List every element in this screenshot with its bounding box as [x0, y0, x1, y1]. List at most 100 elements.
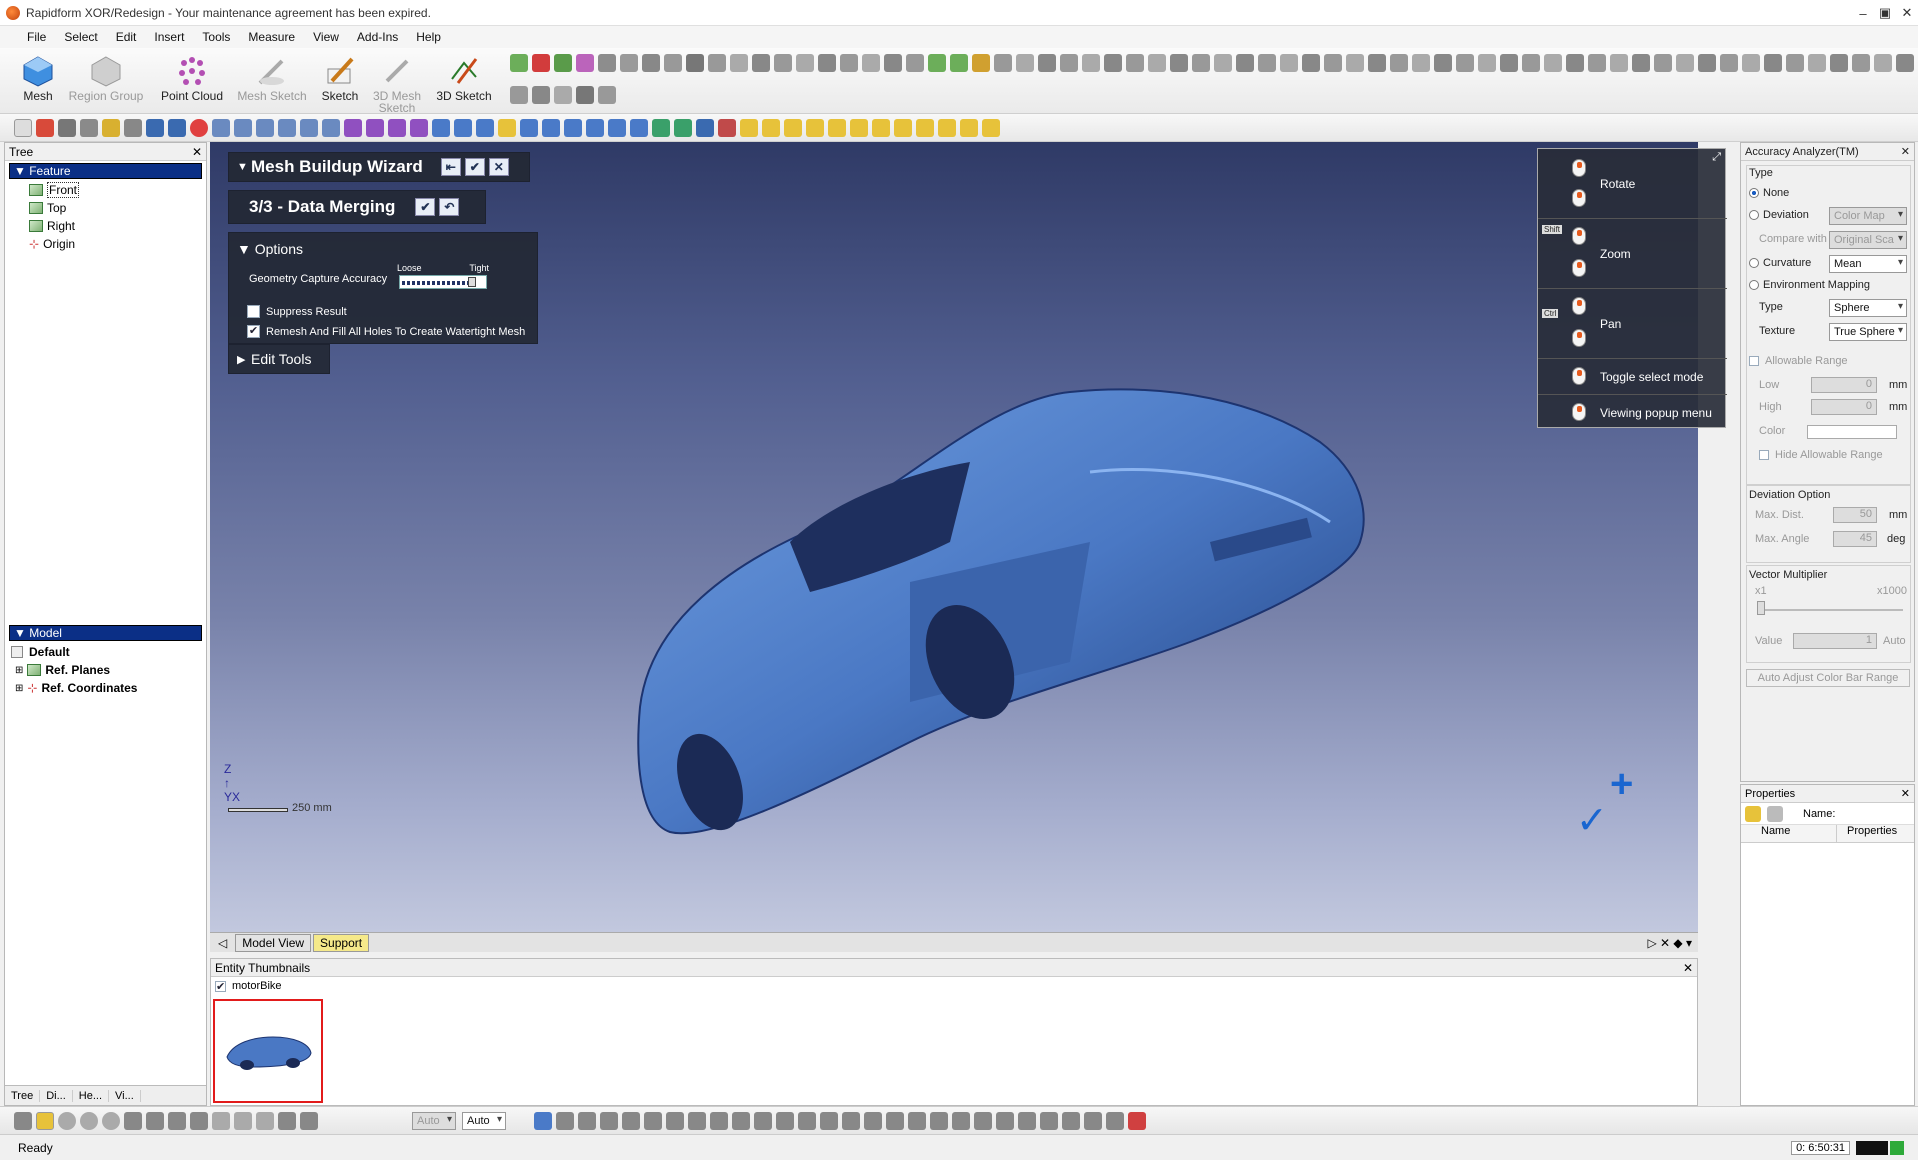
tool-icon[interactable]: [234, 119, 252, 137]
axis-icon[interactable]: [532, 54, 550, 72]
feature-icon[interactable]: [1852, 54, 1870, 72]
tool-icon[interactable]: [102, 119, 120, 137]
select-tool-icon[interactable]: [146, 1112, 164, 1130]
menu-help[interactable]: Help: [407, 30, 450, 44]
feature-icon[interactable]: [972, 54, 990, 72]
rotate-icon[interactable]: [366, 119, 384, 137]
hide-allowable-checkbox[interactable]: [1759, 450, 1769, 460]
display-icon[interactable]: [806, 119, 824, 137]
feature-icon[interactable]: [532, 86, 550, 104]
pan-icon[interactable]: [344, 119, 362, 137]
expand-icon[interactable]: ⊞: [15, 665, 23, 676]
collapse-icon[interactable]: ▼: [237, 161, 248, 173]
select-tool-icon[interactable]: [300, 1112, 318, 1130]
tree-item-ref-coordinates[interactable]: ⊞ ⊹ Ref. Coordinates: [11, 679, 206, 697]
feature-icon[interactable]: [1104, 54, 1122, 72]
feature-icon[interactable]: [1456, 54, 1474, 72]
filter-icon[interactable]: [534, 1112, 552, 1130]
select-tool-icon[interactable]: [168, 1112, 186, 1130]
feature-icon[interactable]: [1698, 54, 1716, 72]
tree-item-right[interactable]: Right: [29, 217, 206, 235]
points-icon[interactable]: [576, 54, 594, 72]
feature-icon[interactable]: [1368, 54, 1386, 72]
feature-icon[interactable]: [1764, 54, 1782, 72]
ok-check-icon[interactable]: ✓: [1576, 798, 1608, 843]
select-line-icon[interactable]: [14, 1112, 32, 1130]
open-icon[interactable]: [36, 119, 54, 137]
feature-icon[interactable]: [1170, 54, 1188, 72]
radio-deviation-row[interactable]: Deviation: [1749, 209, 1809, 221]
select-tool-icon[interactable]: [190, 1112, 208, 1130]
filter-icon[interactable]: [600, 1112, 618, 1130]
cube-view-icon[interactable]: [454, 119, 472, 137]
zoom-icon[interactable]: [256, 119, 274, 137]
feature-icon[interactable]: [1654, 54, 1672, 72]
feature-icon[interactable]: [510, 86, 528, 104]
display-icon[interactable]: [784, 119, 802, 137]
feature-icon[interactable]: [752, 54, 770, 72]
low-input[interactable]: 0: [1811, 377, 1877, 393]
minimize-icon[interactable]: –: [1852, 0, 1874, 26]
tree-item-ref-planes[interactable]: ⊞ Ref. Planes: [11, 661, 206, 679]
cube-view-icon[interactable]: [476, 119, 494, 137]
filter-icon[interactable]: [996, 1112, 1014, 1130]
feature-icon[interactable]: [576, 86, 594, 104]
thumbnail-checkbox[interactable]: ✔: [215, 980, 226, 992]
tree-item-top[interactable]: Top: [29, 199, 206, 217]
feature-icon[interactable]: [1148, 54, 1166, 72]
vector-multiplier-slider[interactable]: [1757, 609, 1903, 611]
feature-icon[interactable]: [1500, 54, 1518, 72]
tool-icon[interactable]: [212, 119, 230, 137]
display-icon[interactable]: [740, 119, 758, 137]
value-input[interactable]: 1: [1793, 633, 1877, 649]
tab-display[interactable]: Di...: [40, 1089, 73, 1102]
remesh-row[interactable]: ✔ Remesh And Fill All Holes To Create Wa…: [247, 325, 525, 338]
section-icon[interactable]: [652, 119, 670, 137]
feature-icon[interactable]: [1720, 54, 1738, 72]
feature-icon[interactable]: [1830, 54, 1848, 72]
tree-item-front[interactable]: Front: [29, 181, 206, 199]
feature-icon[interactable]: [1588, 54, 1606, 72]
categorized-icon[interactable]: [1745, 805, 1761, 822]
section-icon[interactable]: [696, 119, 714, 137]
filter-icon[interactable]: [1040, 1112, 1058, 1130]
feature-icon[interactable]: [950, 54, 968, 72]
filter-icon[interactable]: [622, 1112, 640, 1130]
save-icon[interactable]: [58, 119, 76, 137]
compare-with-select[interactable]: Original Sca: [1829, 231, 1907, 249]
3d-sketch-button[interactable]: 3D Sketch: [424, 52, 504, 114]
suppress-result-row[interactable]: Suppress Result: [247, 305, 347, 318]
display-icon[interactable]: [872, 119, 890, 137]
feature-icon[interactable]: [1522, 54, 1540, 72]
feature-icon[interactable]: [1874, 54, 1892, 72]
zoom-icon[interactable]: [322, 119, 340, 137]
display-icon[interactable]: [828, 119, 846, 137]
wizard-back-button[interactable]: ⇤: [440, 158, 461, 176]
zoom-icon[interactable]: [300, 119, 318, 137]
select-circle-icon[interactable]: [58, 1112, 76, 1130]
display-icon[interactable]: [850, 119, 868, 137]
cube-view-icon[interactable]: [564, 119, 582, 137]
point-cloud-button[interactable]: Point Cloud: [152, 52, 232, 114]
filter-icon[interactable]: [732, 1112, 750, 1130]
thumbnail-item-row[interactable]: ✔ motorBike: [211, 977, 1697, 995]
cube-view-icon[interactable]: [432, 119, 450, 137]
feature-icon[interactable]: [928, 54, 946, 72]
feature-icon[interactable]: [1236, 54, 1254, 72]
env-type-select[interactable]: Sphere: [1829, 299, 1907, 317]
feature-icon[interactable]: [1302, 54, 1320, 72]
feature-icon[interactable]: [1126, 54, 1144, 72]
filter-icon[interactable]: [908, 1112, 926, 1130]
step-undo-button[interactable]: ↶: [439, 198, 460, 216]
radio-env-mapping-row[interactable]: Environment Mapping: [1749, 279, 1870, 291]
accuracy-slider[interactable]: [399, 275, 487, 289]
radio-curvature[interactable]: [1749, 258, 1759, 268]
tool-icon[interactable]: [510, 54, 528, 72]
feature-icon[interactable]: [1478, 54, 1496, 72]
suppress-result-checkbox[interactable]: [247, 305, 260, 318]
feature-icon[interactable]: [1258, 54, 1276, 72]
close-icon[interactable]: ✕: [1901, 787, 1910, 800]
filter-icon[interactable]: [644, 1112, 662, 1130]
cube-view-icon[interactable]: [498, 119, 516, 137]
feature-icon[interactable]: [1280, 54, 1298, 72]
